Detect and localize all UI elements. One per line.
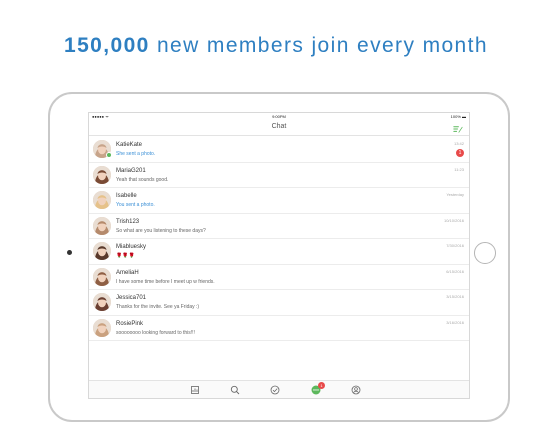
battery-indicator: 100% ▬ xyxy=(450,114,466,119)
contact-name: AmeliaH xyxy=(116,269,139,276)
status-time: 9:00PM xyxy=(272,114,286,119)
check-circle-icon xyxy=(270,385,280,395)
profile-icon xyxy=(351,385,361,395)
compose-icon[interactable] xyxy=(452,122,463,133)
online-indicator xyxy=(106,152,112,158)
message-time: Yesterday xyxy=(446,192,464,197)
page-title: Chat xyxy=(271,123,287,130)
conversation-row[interactable]: RosiePink soooooooo looking forward to t… xyxy=(89,316,469,341)
message-preview: Yeah that sounds good. xyxy=(116,176,169,183)
message-time: 7/30/2016 xyxy=(446,243,464,248)
nav-bar: Chat xyxy=(89,120,469,136)
avatar xyxy=(93,165,111,184)
avatar xyxy=(93,191,111,209)
tab-bar: 1 xyxy=(89,380,469,398)
message-preview: So what are you listening to these days? xyxy=(116,227,206,234)
contact-name: Miabluesky xyxy=(116,244,147,250)
message-preview: I have some time before I meet up w frie… xyxy=(116,278,215,285)
grid-tab[interactable] xyxy=(190,385,200,395)
message-time: 11:23 xyxy=(454,166,464,172)
message-time: 6/15/2016 xyxy=(446,268,464,274)
contact-name: Jessica701 xyxy=(116,295,147,301)
app-screen: ●●●●● ᯤ 9:00PM 100% ▬ Chat KatieKate She… xyxy=(88,112,470,399)
tablet-frame: ●●●●● ᯤ 9:00PM 100% ▬ Chat KatieKate She… xyxy=(48,92,510,422)
headline-number: 150,000 xyxy=(64,34,150,57)
message-preview: 🌹🌹🌹 xyxy=(116,253,135,259)
home-button[interactable] xyxy=(474,242,496,264)
message-time: 13:42 xyxy=(453,141,464,146)
contact-name: Trish123 xyxy=(116,218,140,225)
chat-bubble-tab[interactable]: 1 xyxy=(311,382,325,395)
message-time: 10/10/2016 xyxy=(443,217,464,223)
avatar xyxy=(93,318,111,337)
conversation-row[interactable]: Miabluesky 🌹🌹🌹 7/30/2016 xyxy=(89,239,469,265)
headline: 150,000 new members join every month xyxy=(0,34,552,58)
message-preview: Thanks for the invite. See ya Friday :) xyxy=(116,304,200,310)
message-preview: You sent a photo. xyxy=(116,202,155,208)
conversation-row[interactable]: Jessica701 Thanks for the invite. See ya… xyxy=(89,290,469,316)
message-preview: She sent a photo. xyxy=(116,151,156,157)
conversation-row[interactable]: AmeliaH I have some time before I meet u… xyxy=(89,265,469,290)
conversation-row[interactable]: Trish123 So what are you listening to th… xyxy=(89,214,469,239)
status-bar: ●●●●● ᯤ 9:00PM 100% ▬ xyxy=(89,113,469,120)
message-time: 3/15/2016 xyxy=(446,294,464,299)
avatar xyxy=(93,242,111,260)
search-tab[interactable] xyxy=(230,385,240,395)
avatar xyxy=(93,293,111,311)
headline-text: new members join every month xyxy=(149,34,488,57)
conversation-row[interactable]: MariaG201 Yeah that sounds good. 11:23 xyxy=(89,163,469,188)
contact-name: KatieKate xyxy=(116,142,143,148)
contact-name: MariaG201 xyxy=(116,167,146,174)
contact-name: RosiePink xyxy=(116,320,144,327)
search-icon xyxy=(230,385,240,395)
message-preview: soooooooo looking forward to this!!! xyxy=(116,329,195,336)
unread-badge: 1 xyxy=(456,149,464,157)
grid-icon xyxy=(191,386,199,394)
message-time: 3/16/2016 xyxy=(446,319,464,325)
camera-dot xyxy=(67,250,72,255)
conversation-row[interactable]: KatieKate She sent a photo. 13:42 1 xyxy=(89,137,469,163)
avatar xyxy=(93,267,111,286)
conversation-row[interactable]: Isabelle You sent a photo. Yesterday xyxy=(89,188,469,214)
tab-badge: 1 xyxy=(318,382,325,389)
conversation-list: KatieKate She sent a photo. 13:42 1 Mari… xyxy=(89,137,469,341)
profile-tab[interactable] xyxy=(351,385,361,395)
contact-name: Isabelle xyxy=(116,193,137,199)
avatar xyxy=(93,216,111,235)
check-circle-tab[interactable] xyxy=(270,385,280,395)
